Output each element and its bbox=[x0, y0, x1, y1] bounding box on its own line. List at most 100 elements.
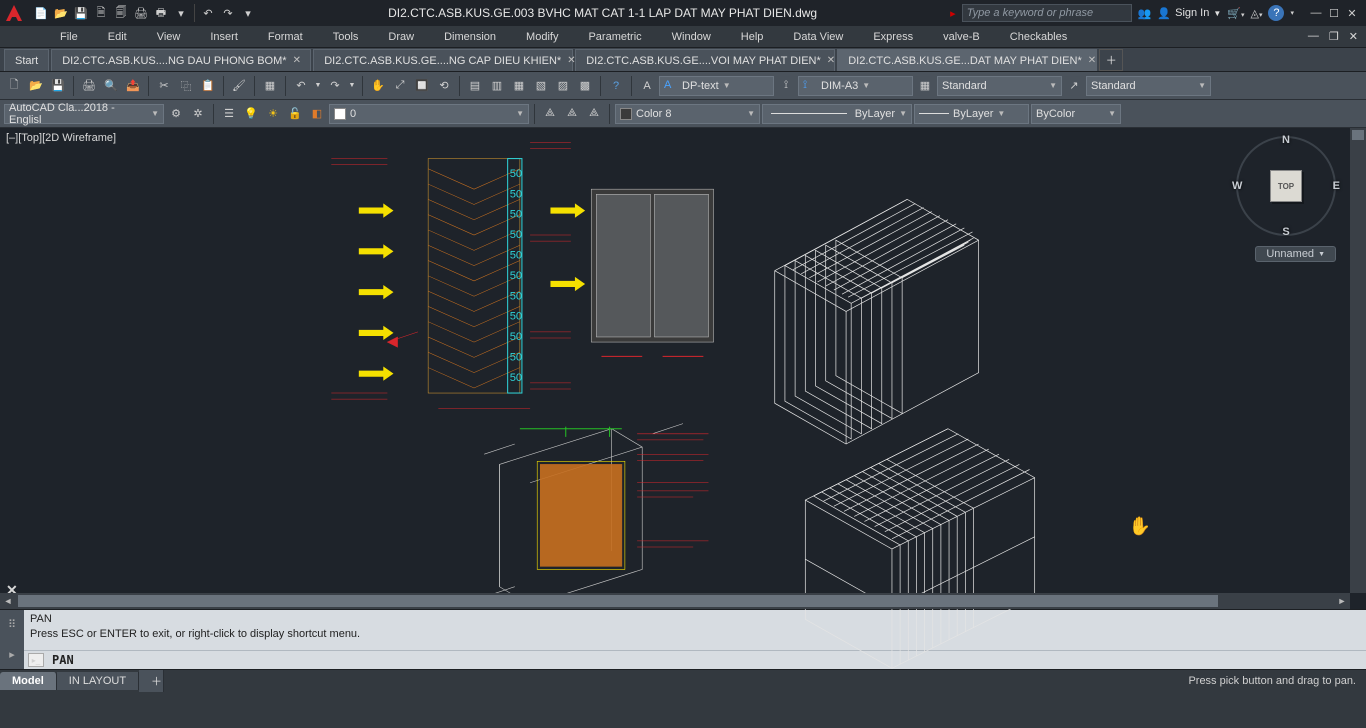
save-icon[interactable]: 💾 bbox=[72, 4, 90, 22]
menu-valveb[interactable]: valve-B bbox=[931, 29, 992, 45]
open-icon[interactable]: 📂 bbox=[26, 76, 46, 96]
tablestyle-dropdown[interactable]: Standard▼ bbox=[937, 76, 1062, 96]
menu-express[interactable]: Express bbox=[861, 29, 925, 45]
sheetset-icon[interactable]: ▧ bbox=[531, 76, 551, 96]
layeriso-icon[interactable]: ⟁ bbox=[562, 104, 582, 124]
ws-settings-icon[interactable]: ⚙ bbox=[166, 104, 186, 124]
menu-view[interactable]: View bbox=[145, 29, 193, 45]
qat-dropdown-icon[interactable]: ▾ bbox=[239, 4, 257, 22]
layerfreeze-icon[interactable]: ☀ bbox=[263, 104, 283, 124]
close-button[interactable]: ✕ bbox=[1344, 5, 1360, 21]
color-dropdown[interactable]: Color 8▼ bbox=[615, 104, 760, 124]
toolpalettes-icon[interactable]: ▦ bbox=[509, 76, 529, 96]
scroll-right-icon[interactable]: ► bbox=[1334, 593, 1350, 609]
dimstyle-icon[interactable]: ⟟ bbox=[776, 76, 796, 96]
menu-draw[interactable]: Draw bbox=[376, 29, 426, 45]
infocenter-icon[interactable]: 👥 bbox=[1138, 7, 1152, 20]
menu-edit[interactable]: Edit bbox=[96, 29, 139, 45]
search-trigger-icon[interactable]: ▸ bbox=[950, 7, 956, 20]
close-tab-icon[interactable]: ✕ bbox=[827, 55, 835, 66]
viewcube-south[interactable]: S bbox=[1282, 226, 1289, 238]
preview-icon[interactable]: 🔍 bbox=[101, 76, 121, 96]
a360-icon[interactable]: ◬▾ bbox=[1251, 7, 1263, 20]
new-tab-button[interactable]: ＋ bbox=[1099, 49, 1123, 71]
tablestyle-icon[interactable]: ▦ bbox=[915, 76, 935, 96]
help-icon[interactable]: ? bbox=[1268, 5, 1284, 21]
dimstyle-dropdown[interactable]: ⟟DIM-A3▼ bbox=[798, 76, 913, 96]
search-input[interactable]: Type a keyword or phrase bbox=[962, 4, 1132, 22]
mleaderstyle-icon[interactable]: ↗ bbox=[1064, 76, 1084, 96]
drawing-canvas[interactable]: [–][Top][2D Wireframe] 505050 505050 505… bbox=[0, 128, 1366, 609]
close-tab-icon[interactable]: ✕ bbox=[293, 55, 301, 66]
cart-icon[interactable]: 🛒▾ bbox=[1227, 7, 1244, 20]
publish-icon[interactable]: 📤 bbox=[123, 76, 143, 96]
qnew-icon[interactable]: 🗋 bbox=[4, 76, 24, 96]
scroll-left-icon[interactable]: ◄ bbox=[0, 593, 16, 609]
minimize-button[interactable]: — bbox=[1308, 5, 1324, 21]
textstyle-icon[interactable]: A bbox=[637, 76, 657, 96]
textstyle-dropdown[interactable]: ADP-text▼ bbox=[659, 76, 774, 96]
pan-icon[interactable]: ✋ bbox=[368, 76, 388, 96]
redo-icon[interactable]: ↷ bbox=[325, 76, 345, 96]
tab-drawing-1[interactable]: DI2.CTC.ASB.KUS.GE....NG CAP DIEU KHIEN*… bbox=[313, 49, 573, 71]
layercolor-icon[interactable]: ◧ bbox=[307, 104, 327, 124]
layerprops-icon[interactable]: ☰ bbox=[219, 104, 239, 124]
menu-modify[interactable]: Modify bbox=[514, 29, 570, 45]
menu-window[interactable]: Window bbox=[660, 29, 723, 45]
viewcube-west[interactable]: W bbox=[1232, 180, 1242, 192]
horizontal-scrollbar[interactable]: ◄ ► bbox=[0, 593, 1350, 609]
matchprop-icon[interactable]: 🖌 bbox=[229, 76, 249, 96]
redo-icon[interactable]: ↷ bbox=[219, 4, 237, 22]
menu-checkables[interactable]: Checkables bbox=[998, 29, 1079, 45]
menu-insert[interactable]: Insert bbox=[198, 29, 250, 45]
zoomwin-icon[interactable]: 🔲 bbox=[412, 76, 432, 96]
zoomprev-icon[interactable]: ⟲ bbox=[434, 76, 454, 96]
open-icon[interactable]: 📂 bbox=[52, 4, 70, 22]
layeron-icon[interactable]: 💡 bbox=[241, 104, 261, 124]
save-icon[interactable]: 💾 bbox=[48, 76, 68, 96]
menu-tools[interactable]: Tools bbox=[321, 29, 371, 45]
blockeditor-icon[interactable]: ▦ bbox=[260, 76, 280, 96]
menu-dimension[interactable]: Dimension bbox=[432, 29, 508, 45]
viewcube[interactable]: N S E W TOP bbox=[1236, 136, 1336, 236]
visualstyle-pill[interactable]: Unnamed ▼ bbox=[1255, 246, 1336, 262]
viewcube-north[interactable]: N bbox=[1282, 134, 1290, 146]
menu-dataview[interactable]: Data View bbox=[781, 29, 855, 45]
workspace-dropdown[interactable]: AutoCAD Cla...2018 - Englisl▼ bbox=[4, 104, 164, 124]
doc-restore-button[interactable]: ❐ bbox=[1325, 28, 1343, 45]
zoom-icon[interactable]: ⤢ bbox=[390, 76, 410, 96]
designcenter-icon[interactable]: ▥ bbox=[487, 76, 507, 96]
properties-icon[interactable]: ▤ bbox=[465, 76, 485, 96]
tab-drawing-2[interactable]: DI2.CTC.ASB.KUS.GE....VOI MAY PHAT DIEN*… bbox=[575, 49, 835, 71]
mleaderstyle-dropdown[interactable]: Standard▼ bbox=[1086, 76, 1211, 96]
help2-icon[interactable]: ? bbox=[606, 76, 626, 96]
viewcube-east[interactable]: E bbox=[1333, 180, 1340, 192]
cut-icon[interactable]: ✂ bbox=[154, 76, 174, 96]
undo-icon[interactable]: ↶ bbox=[291, 76, 311, 96]
saveas-icon[interactable]: 🗎 bbox=[92, 4, 110, 22]
lineweight-dropdown[interactable]: ByLayer▼ bbox=[914, 104, 1029, 124]
layer-dropdown[interactable]: 0▼ bbox=[329, 104, 529, 124]
copy-icon[interactable]: ⿻ bbox=[176, 76, 196, 96]
redo-dd-icon[interactable]: ▼ bbox=[347, 76, 357, 96]
layout-tab[interactable]: IN LAYOUT bbox=[57, 672, 139, 690]
quickcalc-icon[interactable]: ▩ bbox=[575, 76, 595, 96]
undo-dd-icon[interactable]: ▼ bbox=[313, 76, 323, 96]
linetype-dropdown[interactable]: ByLayer▼ bbox=[762, 104, 912, 124]
viewcube-face[interactable]: TOP bbox=[1270, 170, 1302, 202]
model-tab[interactable]: Model bbox=[0, 672, 57, 690]
menu-file[interactable]: File bbox=[48, 29, 90, 45]
tab-drawing-3[interactable]: DI2.CTC.ASB.KUS.GE...DAT MAY PHAT DIEN*✕ bbox=[837, 49, 1097, 71]
vertical-scrollbar[interactable] bbox=[1350, 128, 1366, 593]
doc-close-button[interactable]: ✕ bbox=[1345, 28, 1362, 45]
layerstate-icon[interactable]: ⟁ bbox=[540, 104, 560, 124]
autocad-logo-icon[interactable] bbox=[0, 0, 28, 26]
undo-icon[interactable]: ↶ bbox=[199, 4, 217, 22]
command-handle[interactable]: ⠿ ▸ bbox=[0, 610, 24, 669]
ws-save-icon[interactable]: ✲ bbox=[188, 104, 208, 124]
chevron-right-icon[interactable]: ▸ bbox=[9, 648, 15, 661]
plot-icon[interactable]: 🖨 bbox=[132, 4, 150, 22]
tab-start[interactable]: Start bbox=[4, 49, 49, 71]
paste-icon[interactable]: 📋 bbox=[198, 76, 218, 96]
restore-button[interactable]: ☐ bbox=[1326, 5, 1342, 21]
